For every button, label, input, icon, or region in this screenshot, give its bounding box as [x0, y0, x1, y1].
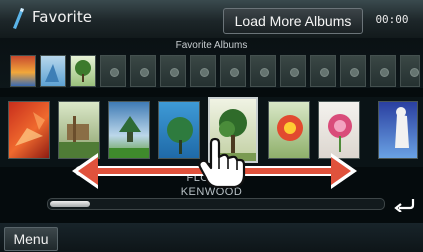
hand-pointer-icon	[198, 137, 246, 189]
favorite-screen: Favorite Load More Albums 00:00 Favorite…	[0, 0, 423, 252]
swipe-gesture-overlay	[72, 137, 357, 189]
